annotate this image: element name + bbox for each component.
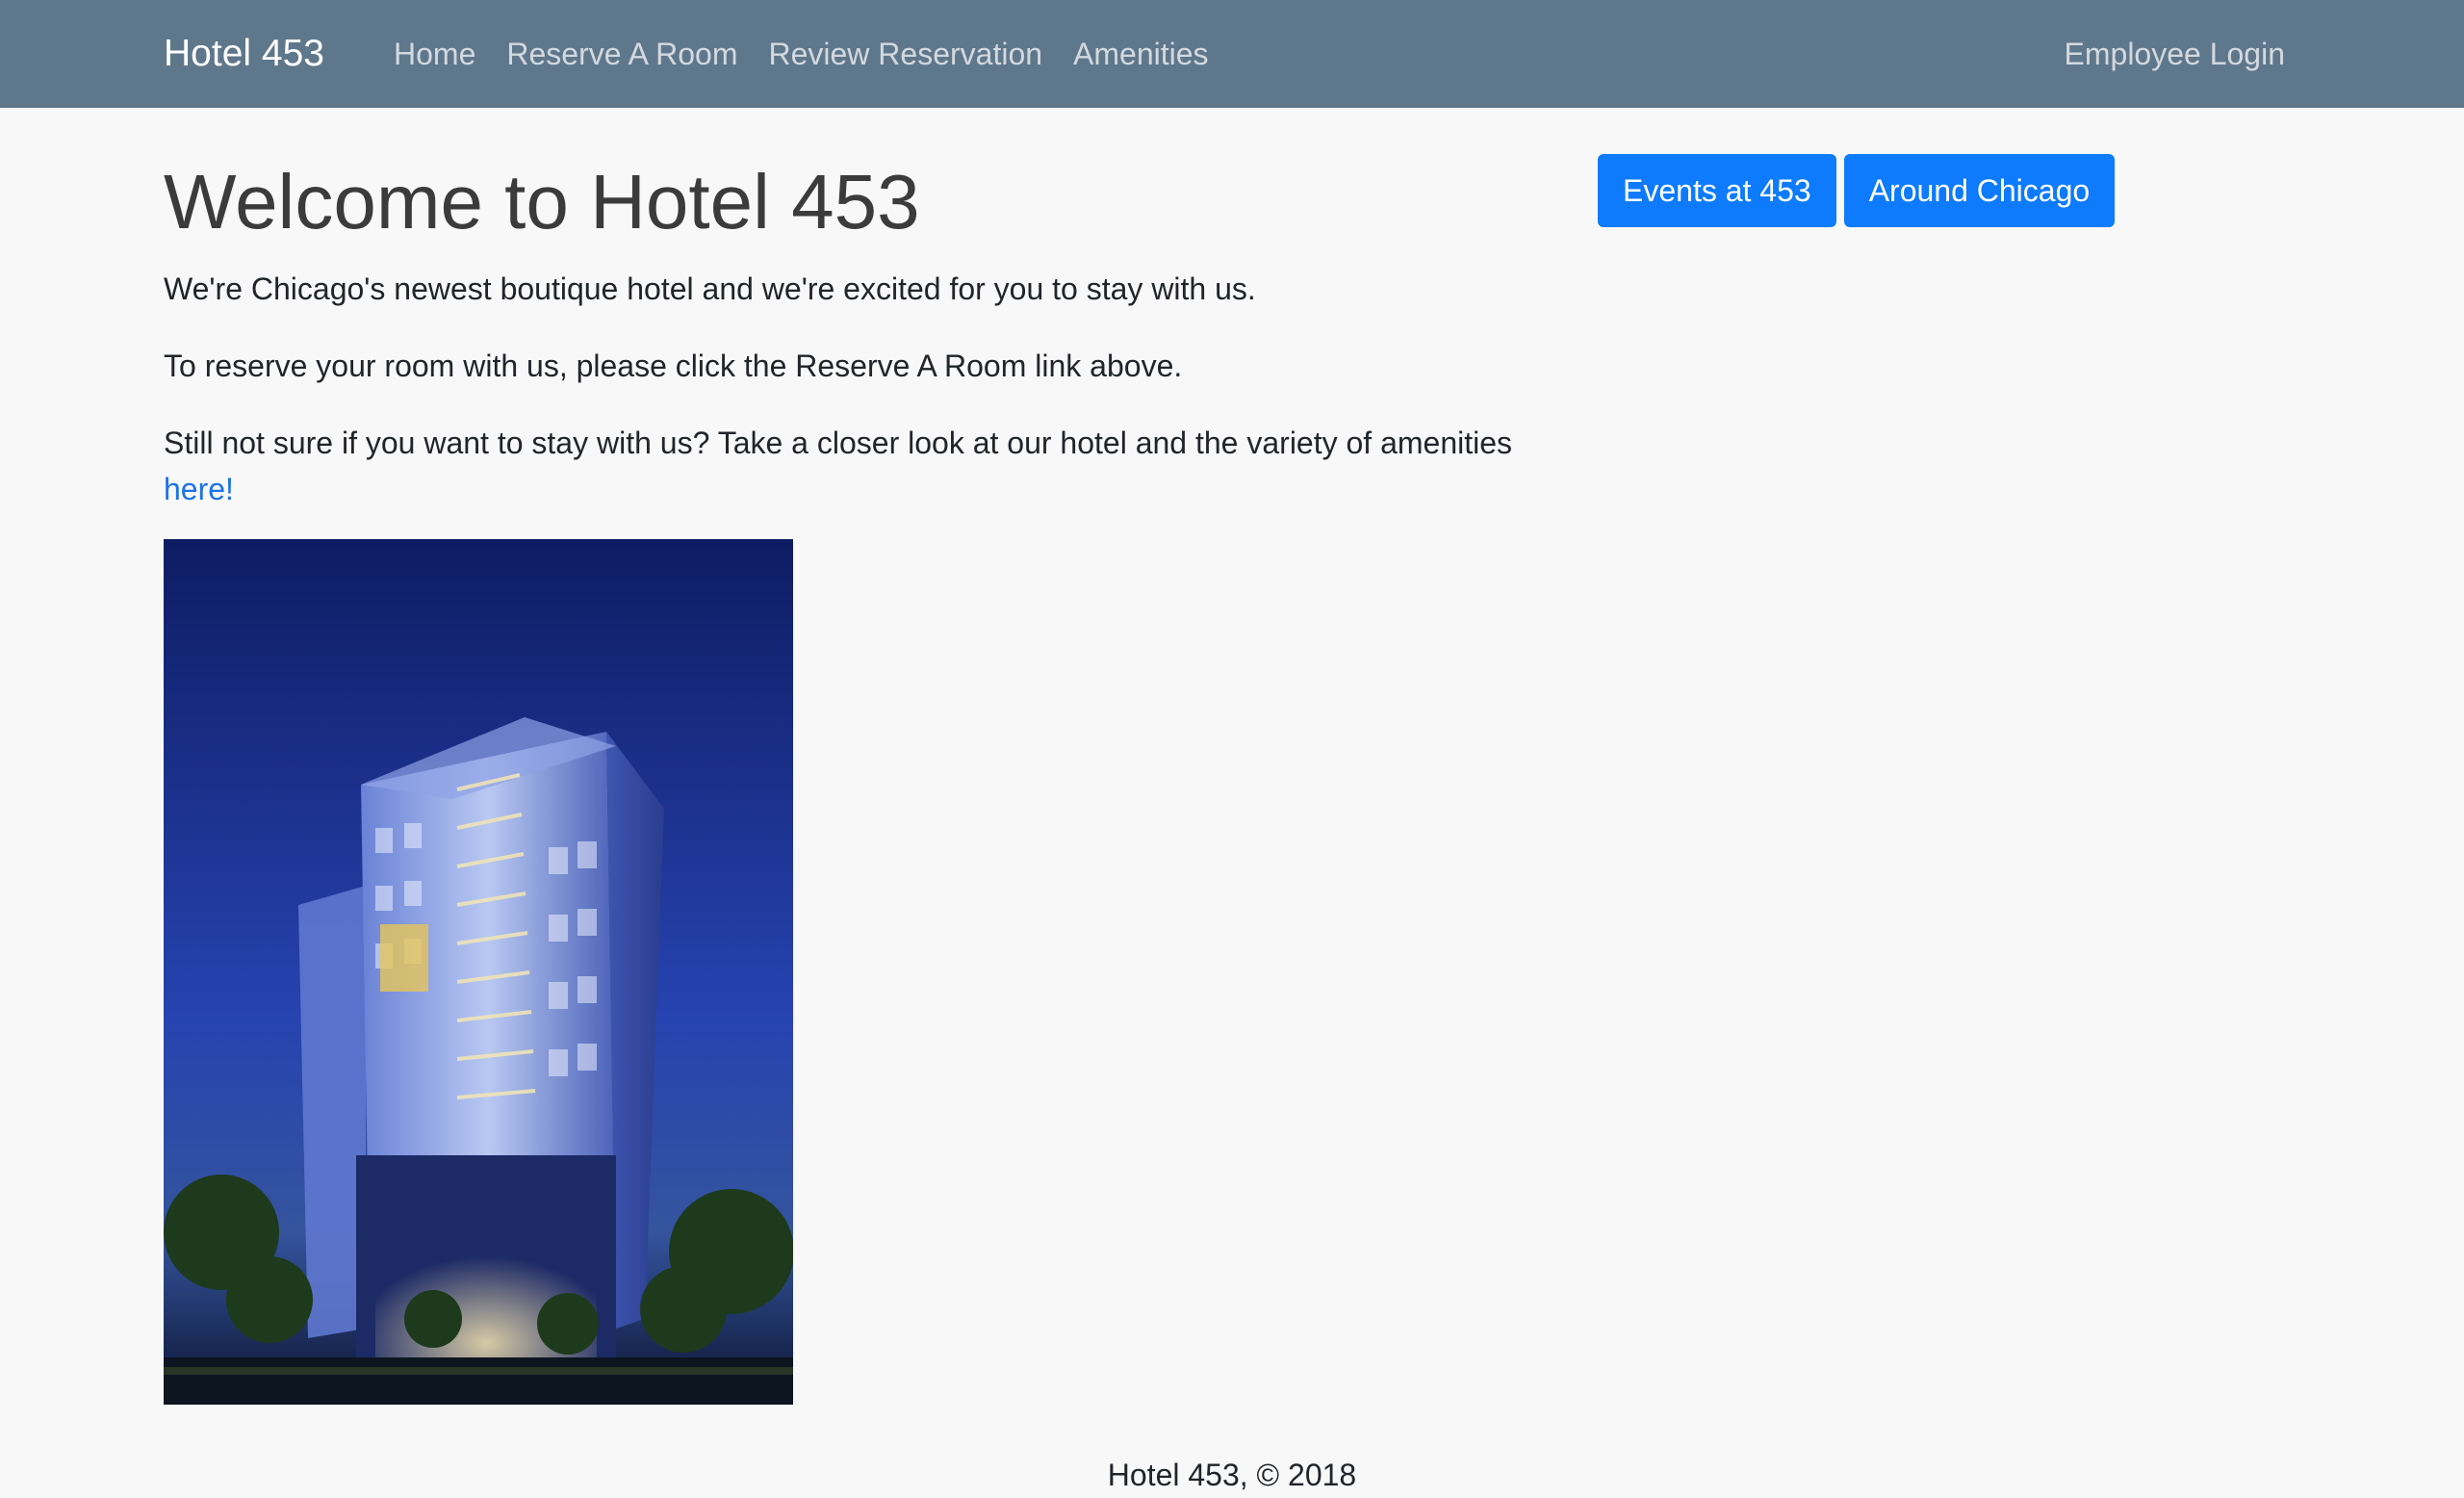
page-footer: Hotel 453, © 2018 bbox=[1107, 1458, 1357, 1492]
nav-link-amenities[interactable]: Amenities bbox=[1073, 33, 1209, 75]
reserve-paragraph: To reserve your room with us, please cli… bbox=[164, 349, 1183, 383]
top-navbar: Hotel 453 Home Reserve A Room Review Res… bbox=[0, 0, 2464, 108]
brand-link[interactable]: Hotel 453 bbox=[164, 29, 324, 79]
feature-buttons: Events at 453 Around Chicago bbox=[1598, 154, 2116, 227]
intro-paragraph: We're Chicago's newest boutique hotel an… bbox=[164, 271, 1256, 306]
hotel-building-photo bbox=[164, 539, 793, 1405]
nav-links: Home Reserve A Room Review Reservation A… bbox=[394, 33, 1209, 75]
main-content: Welcome to Hotel 453 We're Chicago's new… bbox=[164, 144, 1569, 543]
closer-look-paragraph: Still not sure if you want to stay with … bbox=[164, 420, 1569, 512]
amenities-here-link[interactable]: here! bbox=[164, 472, 234, 506]
nav-link-review-reservation[interactable]: Review Reservation bbox=[768, 33, 1042, 75]
around-chicago-button[interactable]: Around Chicago bbox=[1843, 154, 2116, 227]
nav-link-reserve-a-room[interactable]: Reserve A Room bbox=[506, 33, 737, 75]
hotel-building-illustration bbox=[164, 539, 793, 1405]
nav-link-home[interactable]: Home bbox=[394, 33, 475, 75]
employee-login-link[interactable]: Employee Login bbox=[2065, 33, 2285, 75]
closer-look-text: Still not sure if you want to stay with … bbox=[164, 426, 1513, 460]
page-title: Welcome to Hotel 453 bbox=[164, 159, 920, 245]
events-at-453-button[interactable]: Events at 453 bbox=[1598, 154, 1836, 227]
